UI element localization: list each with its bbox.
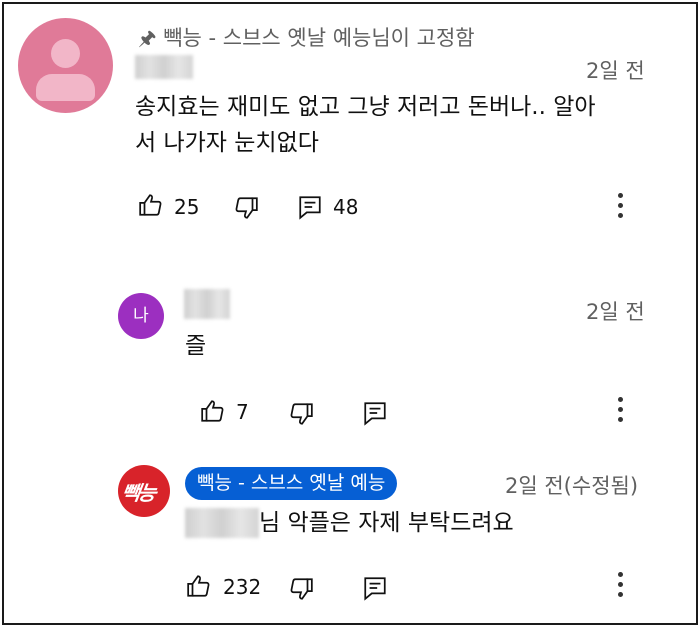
pinned-label: 🖈 빽능 - 스브스 옛날 예능님이 고정함: [138, 22, 475, 58]
comment-date[interactable]: 2일 전: [586, 296, 645, 326]
thumbs-down-icon[interactable]: [233, 195, 259, 221]
thumbs-up-icon[interactable]: [138, 192, 164, 218]
author-name-redacted[interactable]: [135, 55, 193, 79]
comment-date[interactable]: 2일 전(수정됨): [505, 470, 638, 500]
comment-text: 님 악플은 자제 부탁드려요: [259, 510, 514, 536]
channel-avatar[interactable]: 빽능: [118, 465, 170, 517]
reply-icon[interactable]: [362, 575, 388, 601]
channel-author-badge[interactable]: 빽능 - 스브스 옛날 예능: [185, 467, 398, 500]
reply-count[interactable]: 48: [333, 195, 358, 219]
thumbs-up-icon[interactable]: [186, 573, 212, 599]
comment-date[interactable]: 2일 전: [586, 55, 645, 85]
more-vert-icon[interactable]: [618, 397, 624, 427]
reply-icon[interactable]: [297, 194, 323, 220]
mentioned-user-redacted[interactable]: [185, 508, 259, 538]
avatar-na[interactable]: 나: [118, 293, 164, 339]
thumbs-up-icon[interactable]: [200, 398, 226, 424]
channel-logo: 빽능: [119, 481, 157, 505]
pinned-text: 빽능 - 스브스 옛날 예능님이 고정함: [163, 26, 475, 50]
author-name-redacted[interactable]: [184, 289, 230, 319]
thumbs-down-icon[interactable]: [288, 576, 314, 602]
like-count: 7: [236, 400, 249, 424]
comment-text: 송지효는 재미도 없고 그냥 저러고 돈버나.. 알아 서 나가자 눈치없다: [135, 94, 596, 156]
comment-text: 즐: [185, 333, 207, 359]
more-vert-icon[interactable]: [618, 193, 624, 223]
default-avatar[interactable]: [18, 18, 113, 113]
thumbs-down-icon[interactable]: [288, 401, 314, 427]
pin-icon: 🖈: [138, 26, 157, 50]
like-count: 232: [223, 575, 262, 599]
like-count: 25: [174, 195, 200, 219]
reply-icon[interactable]: [362, 400, 388, 426]
more-vert-icon[interactable]: [618, 572, 624, 602]
